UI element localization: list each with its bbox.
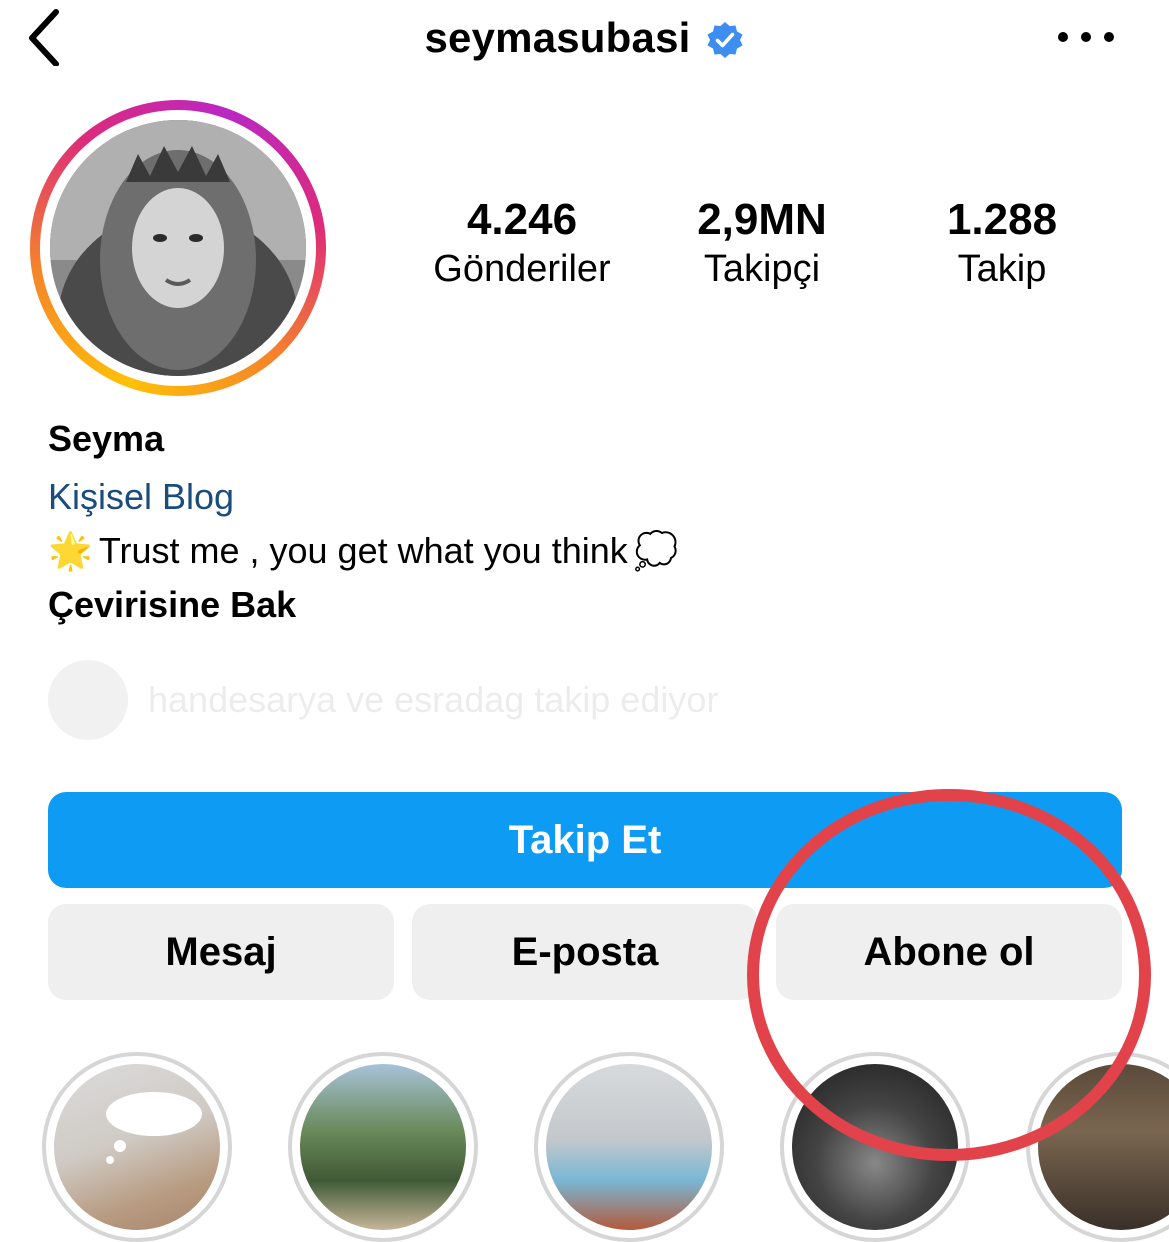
stat-following[interactable]: 1.288 Takip [872,190,1132,294]
mutual-follower-avatar [48,660,128,740]
highlight-thumbnail [1038,1064,1169,1230]
followed-by-row[interactable]: handesarya ve esradag takip ediyor [48,660,948,740]
followers-label: Takipçi [703,248,821,290]
highlight-item[interactable] [780,1052,970,1242]
avatar-portrait [50,120,306,376]
highlight-thumbnail [546,1064,712,1230]
profile-category: Kişisel Blog [48,476,235,517]
subscribe-button[interactable]: Abone ol [776,904,1122,1000]
highlight-thumbnail [300,1064,466,1230]
profile-bio: 🌟 Trust me , you get what you think 💭 [48,530,679,572]
stat-followers[interactable]: 2,9MN Takipçi [632,190,892,294]
more-horizontal-icon [1104,32,1114,42]
bio-text: Trust me , you get what you think [98,530,628,571]
highlight-item[interactable] [288,1052,478,1242]
stat-posts[interactable]: 4.246 Gönderiler [392,190,652,294]
profile-avatar[interactable] [50,120,306,376]
message-button[interactable]: Mesaj [48,904,394,1000]
followed-by-text: handesarya ve esradag takip ediyor [148,679,719,720]
highlight-item[interactable] [534,1052,724,1242]
verified-badge-icon [707,22,743,58]
followers-count: 2,9MN [697,195,827,244]
profile-name: Seyma [48,418,165,459]
see-translation-link[interactable]: Çevirisine Bak [48,584,296,626]
highlight-thumbnail [54,1064,220,1230]
highlight-thumbnail [792,1064,958,1230]
following-count: 1.288 [946,195,1058,244]
highlight-item[interactable] [1026,1052,1169,1242]
more-horizontal-icon [1058,32,1068,42]
posts-label: Gönderiler [433,248,611,290]
more-horizontal-icon [1081,32,1091,42]
star-emoji-icon: 🌟 [48,530,93,571]
highlight-item[interactable] [42,1052,232,1242]
thought-cloud-icon [106,1092,202,1164]
follow-button[interactable]: Takip Et [48,792,1122,888]
header-title-bar: seymasubasi [0,8,1169,68]
email-button[interactable]: E-posta [412,904,758,1000]
posts-count: 4.246 [466,195,578,244]
more-options-button[interactable] [1058,26,1114,48]
following-label: Takip [957,248,1047,290]
thought-bubble-emoji-icon: 💭 [633,530,679,571]
profile-username: seymasubasi [424,14,691,61]
